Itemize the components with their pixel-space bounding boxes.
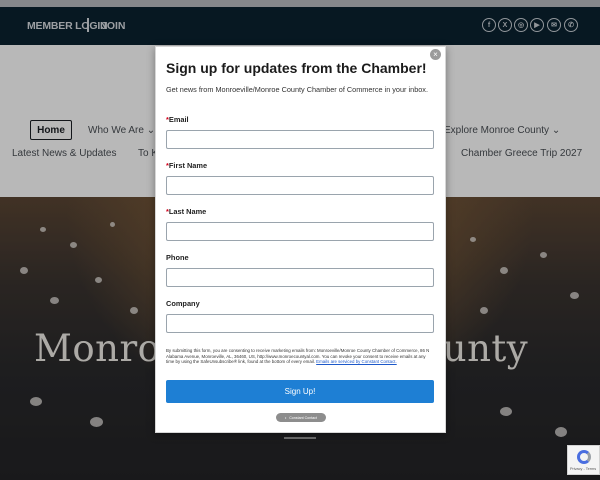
recaptcha-badge[interactable]: Privacy - Terms [567, 445, 600, 475]
phone-label: Phone [166, 253, 189, 262]
first-name-label: *First Name [166, 161, 207, 170]
first-name-label-text: First Name [168, 161, 208, 170]
modal-subtitle: Get news from Monroeville/Monroe County … [166, 85, 428, 94]
company-field[interactable] [166, 314, 434, 333]
recaptcha-icon [577, 450, 591, 464]
signup-modal: × Sign up for updates from the Chamber! … [155, 46, 446, 433]
close-icon[interactable]: × [430, 49, 441, 60]
modal-title: Sign up for updates from the Chamber! [166, 60, 427, 76]
email-label: *Email [166, 115, 189, 124]
constant-contact-icon: ◐ [285, 415, 288, 420]
company-label: Company [166, 299, 200, 308]
constant-contact-logo: ◐ Constant Contact [276, 413, 326, 422]
constant-contact-link[interactable]: Emails are serviced by Constant Contact. [316, 359, 397, 364]
last-name-field[interactable] [166, 222, 434, 241]
email-label-text: Email [168, 115, 189, 124]
sign-up-button[interactable]: Sign Up! [166, 380, 434, 403]
recaptcha-links[interactable]: Privacy - Terms [570, 467, 596, 471]
email-field[interactable] [166, 130, 434, 149]
constant-contact-logo-text: Constant Contact [289, 415, 317, 420]
phone-field[interactable] [166, 268, 434, 287]
last-name-label: *Last Name [166, 207, 206, 216]
consent-text: By submitting this form, you are consent… [166, 348, 434, 365]
first-name-field[interactable] [166, 176, 434, 195]
last-name-label-text: Last Name [168, 207, 207, 216]
